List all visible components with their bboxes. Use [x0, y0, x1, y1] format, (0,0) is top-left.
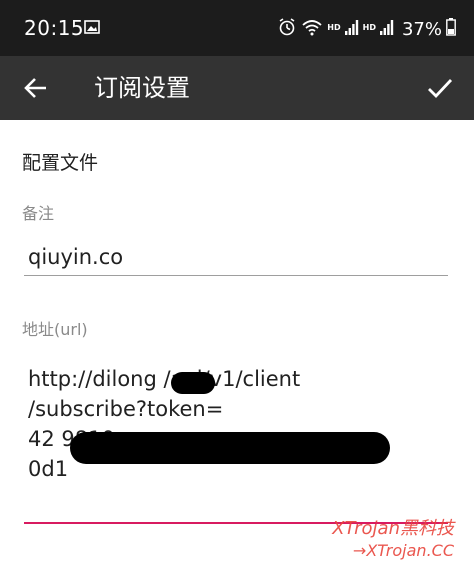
- watermark-line-1: XTrojan黑科技: [332, 518, 454, 539]
- watermark: XTrojan黑科技 →XTrojan.CC: [332, 518, 454, 562]
- url-label: 地址(url): [22, 320, 88, 339]
- save-button[interactable]: [424, 72, 456, 104]
- battery-percent: 37%: [401, 18, 442, 40]
- url-line: http://dilong /api/v1/client: [28, 367, 301, 391]
- watermark-line-2: →XTrojan.CC: [352, 541, 454, 560]
- signal-icon-2: [379, 19, 394, 39]
- signal-icon: [344, 19, 359, 39]
- network-hd-label: HD: [327, 22, 341, 32]
- image-notification-icon: [84, 19, 100, 39]
- status-bar: 20:15 HD HD 37%: [0, 0, 474, 56]
- status-time: 20:15: [24, 16, 85, 40]
- wifi-icon: [301, 18, 323, 40]
- battery-icon: [446, 18, 456, 40]
- arrow-back-icon: [24, 78, 46, 98]
- check-icon: [428, 79, 453, 99]
- remark-label: 备注: [22, 204, 55, 223]
- section-title: 配置文件: [22, 152, 99, 174]
- network-hd-label-2: HD: [362, 22, 376, 32]
- url-input[interactable]: http://dilong /api/v1/client /subscribe?…: [24, 364, 448, 524]
- back-button[interactable]: [20, 72, 52, 104]
- alarm-icon: [277, 17, 297, 41]
- status-icons: HD HD 37%: [277, 17, 456, 41]
- url-line: /subscribe?token=: [28, 397, 224, 421]
- redaction-mark-token: [70, 432, 390, 464]
- app-bar: 订阅设置: [0, 56, 474, 120]
- remark-input[interactable]: [24, 238, 448, 276]
- redaction-mark: [171, 372, 215, 394]
- page-title: 订阅设置: [94, 74, 190, 102]
